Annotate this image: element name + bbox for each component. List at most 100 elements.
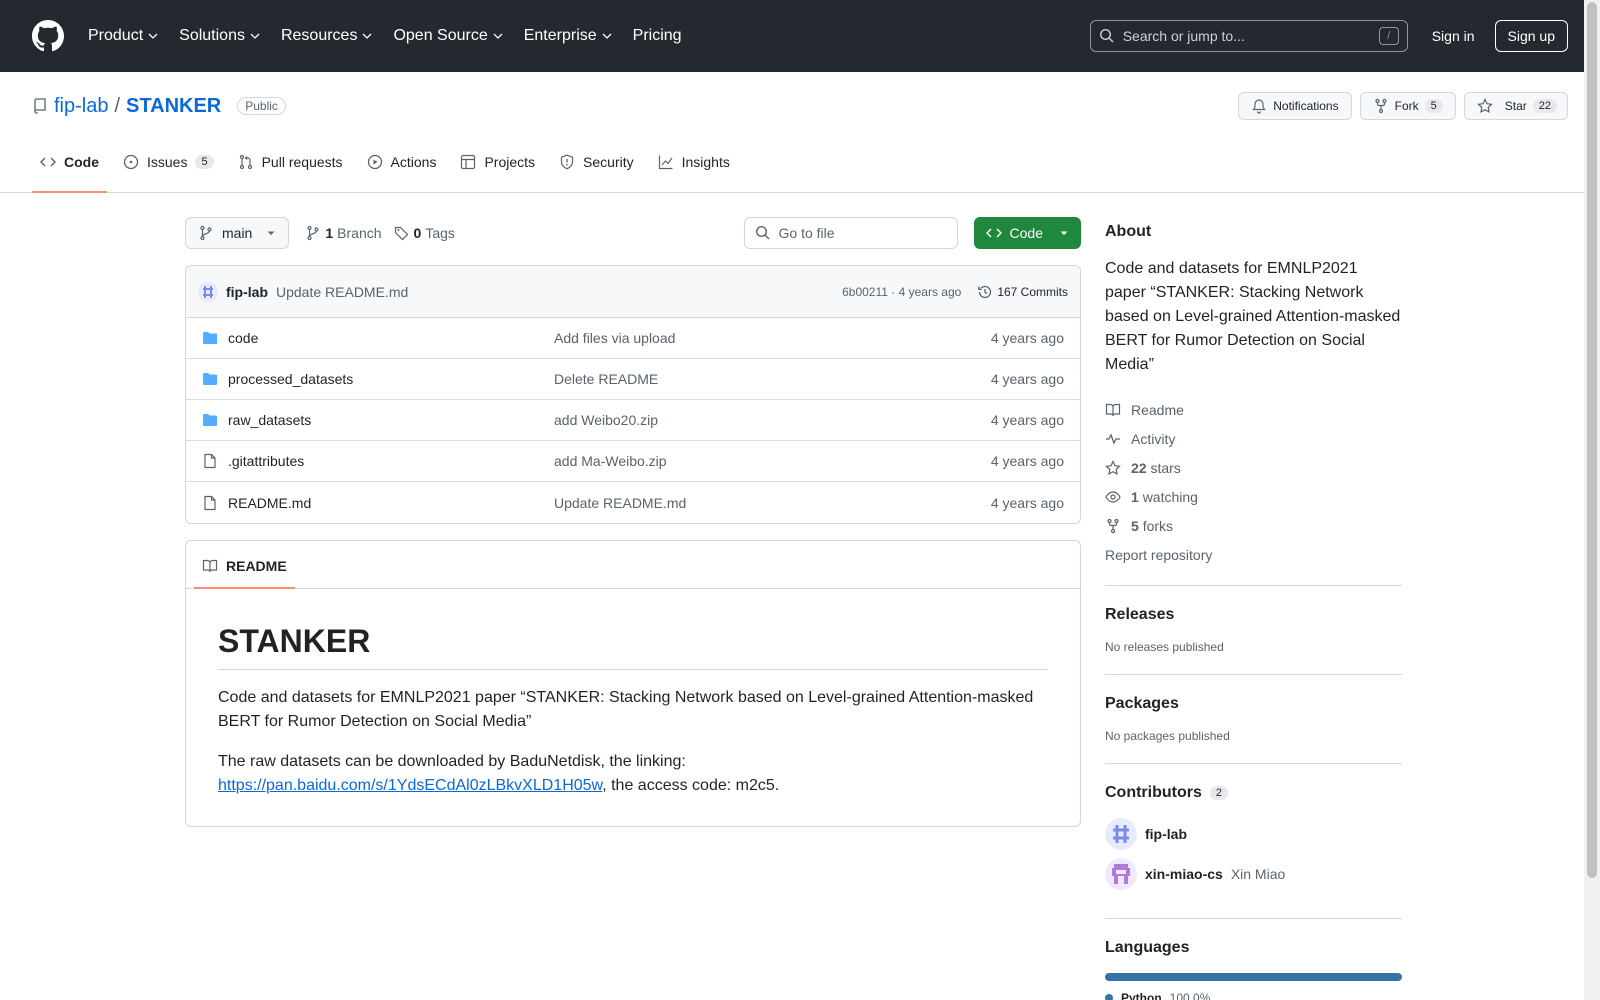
- sign-in-link[interactable]: Sign in: [1432, 28, 1475, 44]
- readme-link[interactable]: Readme: [1105, 395, 1402, 424]
- code-icon: [985, 228, 1002, 238]
- contributor-login: fip-lab: [1145, 826, 1187, 842]
- file-commit-message[interactable]: Delete README: [554, 371, 991, 387]
- stars-link[interactable]: 22 stars: [1105, 453, 1402, 482]
- commit-message-link[interactable]: Update README.md: [276, 284, 408, 300]
- file-commit-message[interactable]: add Weibo20.zip: [554, 412, 991, 428]
- file-name-link[interactable]: raw_datasets: [228, 412, 554, 428]
- table-icon: [461, 154, 476, 170]
- file-icon: [204, 495, 216, 510]
- avatar[interactable]: [198, 281, 218, 302]
- go-to-file-placeholder: Go to file: [778, 225, 835, 241]
- file-name-link[interactable]: processed_datasets: [228, 371, 554, 387]
- file-row[interactable]: README.md Update README.md 4 years ago: [186, 482, 1080, 523]
- readme-tab[interactable]: README: [194, 558, 295, 589]
- watching-link[interactable]: 1 watching: [1105, 482, 1402, 511]
- repo-title: fip-lab / STANKER Public: [32, 95, 286, 118]
- file-commit-message[interactable]: Update README.md: [554, 495, 991, 511]
- file-row[interactable]: raw_datasets add Weibo20.zip 4 years ago: [186, 400, 1080, 441]
- search-icon: [1099, 28, 1114, 43]
- pull-request-icon: [239, 154, 252, 170]
- nav-pricing[interactable]: Pricing: [633, 27, 682, 45]
- github-logo-icon[interactable]: [32, 20, 64, 52]
- contributor-item[interactable]: xin-miao-cs Xin Miao: [1105, 858, 1402, 890]
- file-row[interactable]: processed_datasets Delete README 4 years…: [186, 359, 1080, 400]
- commits-link[interactable]: 167 Commits: [977, 284, 1068, 300]
- file-name-link[interactable]: README.md: [228, 495, 554, 511]
- nav-resources[interactable]: Resources: [281, 27, 373, 45]
- tags-link[interactable]: 0 Tags: [394, 225, 455, 241]
- notifications-button[interactable]: Notifications: [1238, 92, 1352, 120]
- folder-icon: [203, 332, 217, 344]
- star-button[interactable]: Star 22: [1463, 92, 1568, 120]
- readme-download-link[interactable]: https://pan.baidu.com/s/1YdsECdAl0zLBkvX…: [218, 777, 602, 794]
- code-dropdown-button[interactable]: Code: [973, 217, 1081, 249]
- forks-link[interactable]: 5 forks: [1105, 511, 1402, 540]
- contributor-login: xin-miao-cs: [1145, 866, 1223, 882]
- watching-count: 1: [1131, 488, 1139, 505]
- tab-security-label: Security: [583, 154, 634, 170]
- book-icon: [1105, 403, 1121, 416]
- tab-issues[interactable]: Issues 5: [115, 146, 222, 192]
- global-nav: Product Solutions Resources Open Source …: [88, 27, 682, 45]
- commit-author-link[interactable]: fip-lab: [226, 284, 268, 300]
- search-icon: [755, 225, 770, 240]
- page-scrollbar[interactable]: [1584, 0, 1600, 1000]
- nav-resources-label: Resources: [280, 27, 358, 44]
- branches-link[interactable]: 1 Branch: [305, 225, 382, 241]
- packages-heading[interactable]: Packages: [1105, 695, 1402, 713]
- forks-count: 5: [1131, 517, 1139, 534]
- nav-solutions[interactable]: Solutions: [179, 27, 261, 45]
- file-commit-message[interactable]: Add files via upload: [554, 330, 991, 346]
- tab-code[interactable]: Code: [32, 146, 107, 193]
- branch-count: 1: [325, 225, 334, 241]
- nav-open-source[interactable]: Open Source: [393, 27, 503, 45]
- readme-tab-label: README: [226, 558, 287, 574]
- tab-insights[interactable]: Insights: [650, 146, 738, 192]
- file-row[interactable]: code Add files via upload 4 years ago: [186, 318, 1080, 359]
- tab-projects[interactable]: Projects: [452, 146, 543, 192]
- star-icon: [1476, 98, 1493, 114]
- readme-panel: README STANKER Code and datasets for EMN…: [185, 540, 1081, 827]
- nav-product[interactable]: Product: [88, 27, 159, 45]
- folder-icon: [203, 373, 217, 385]
- fork-icon: [1107, 518, 1119, 533]
- repo-name-link[interactable]: STANKER: [126, 95, 221, 118]
- readme-content: STANKER Code and datasets for EMNLP2021 …: [186, 589, 1080, 826]
- graph-icon: [658, 155, 673, 170]
- file-commit-message[interactable]: add Ma-Weibo.zip: [554, 453, 991, 469]
- nav-pricing-label: Pricing: [632, 27, 682, 44]
- file-icon: [204, 453, 216, 469]
- branch-name: main: [222, 225, 253, 241]
- forks-label: forks: [1142, 517, 1174, 534]
- releases-heading[interactable]: Releases: [1105, 606, 1402, 624]
- report-repository-link[interactable]: Report repository: [1105, 540, 1402, 569]
- folder-icon: [203, 414, 217, 426]
- scrollbar-thumb[interactable]: [1587, 2, 1597, 878]
- go-to-file-input[interactable]: Go to file: [743, 217, 958, 249]
- global-search-input[interactable]: Search or jump to... /: [1089, 20, 1408, 52]
- fork-button[interactable]: Fork 5: [1359, 92, 1456, 120]
- nav-enterprise[interactable]: Enterprise: [524, 27, 613, 45]
- branch-selector[interactable]: main: [185, 217, 290, 249]
- bell-icon: [1252, 99, 1266, 114]
- readme-title: STANKER: [218, 621, 1048, 670]
- file-row[interactable]: .gitattributes add Ma-Weibo.zip 4 years …: [186, 441, 1080, 482]
- file-name-link[interactable]: code: [228, 330, 554, 346]
- code-icon: [40, 157, 56, 167]
- contributors-heading[interactable]: Contributors 2: [1105, 784, 1402, 802]
- contributor-item[interactable]: fip-lab: [1105, 818, 1402, 850]
- nav-open-source-label: Open Source: [393, 27, 488, 44]
- tab-actions[interactable]: Actions: [359, 146, 445, 192]
- repo-header: fip-lab / STANKER Public Notifications F…: [0, 72, 1600, 193]
- sign-up-button[interactable]: Sign up: [1494, 20, 1568, 52]
- activity-link[interactable]: Activity: [1105, 424, 1402, 453]
- chevron-down-icon: [250, 33, 260, 39]
- repo-owner-link[interactable]: fip-lab: [54, 95, 108, 118]
- language-item[interactable]: Python 100.0%: [1105, 991, 1402, 1000]
- file-name-link[interactable]: .gitattributes: [228, 453, 554, 469]
- tab-security[interactable]: Security: [551, 146, 642, 192]
- commit-hash-time[interactable]: 6b00211 · 4 years ago: [842, 285, 961, 299]
- repo-actions: Notifications Fork 5 Star 22: [1238, 92, 1568, 120]
- tab-pull-requests[interactable]: Pull requests: [230, 146, 351, 192]
